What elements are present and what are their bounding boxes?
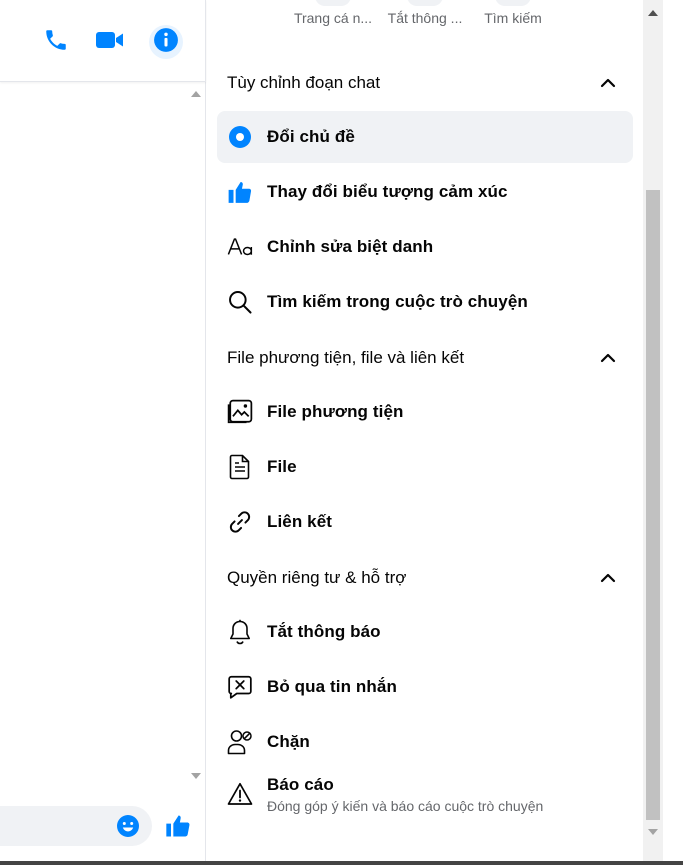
video-call-button[interactable] bbox=[94, 26, 126, 58]
scroll-down-icon[interactable] bbox=[191, 773, 201, 779]
change-theme-item[interactable]: Đổi chủ đề bbox=[217, 111, 633, 163]
thumbs-up-icon bbox=[164, 815, 192, 844]
chevron-up-icon bbox=[593, 563, 623, 593]
scroll-down-icon[interactable] bbox=[648, 829, 658, 835]
mute-quick-action[interactable]: Tắt thông ... bbox=[377, 0, 473, 40]
window-edge bbox=[663, 0, 683, 865]
details-scrollbar[interactable] bbox=[643, 0, 663, 865]
media-files-item[interactable]: File phương tiện bbox=[217, 386, 633, 438]
chevron-up-icon bbox=[593, 343, 623, 373]
photo-gallery-icon bbox=[227, 399, 253, 425]
theme-circle-icon bbox=[227, 124, 253, 150]
message-scrollbar[interactable] bbox=[186, 84, 206, 786]
profile-quick-action[interactable]: Trang cá n... bbox=[283, 0, 383, 40]
section-header-media-files-links[interactable]: File phương tiện, file và liên kết bbox=[217, 333, 633, 383]
search-quick-action[interactable]: Tìm kiếm bbox=[473, 0, 553, 40]
phone-icon bbox=[43, 27, 69, 58]
block-item[interactable]: Chặn bbox=[217, 716, 633, 768]
search-action-icon bbox=[495, 0, 531, 6]
conversation-details-panel: Trang cá n... Tắt thông ... Tìm kiếm Tùy… bbox=[207, 0, 643, 865]
mute-action-icon bbox=[407, 0, 443, 6]
message-composer bbox=[0, 800, 206, 860]
section-header-privacy-support[interactable]: Quyền riêng tư & hỗ trợ bbox=[217, 553, 633, 603]
change-emoji-item[interactable]: Thay đổi biểu tượng cảm xúc bbox=[217, 166, 633, 218]
info-icon bbox=[153, 27, 179, 58]
window-bottom-border bbox=[0, 861, 683, 865]
mute-notifications-item[interactable]: Tắt thông báo bbox=[217, 606, 633, 658]
profile-action-icon bbox=[315, 0, 351, 6]
edit-nicknames-item[interactable]: Chỉnh sửa biệt danh bbox=[217, 221, 633, 273]
video-camera-icon bbox=[95, 27, 125, 58]
files-item[interactable]: File bbox=[217, 441, 633, 493]
send-like-button[interactable] bbox=[164, 812, 192, 840]
search-in-conversation-item[interactable]: Tìm kiếm trong cuộc trò chuyện bbox=[217, 276, 633, 328]
links-item[interactable]: Liên kết bbox=[217, 496, 633, 548]
chevron-up-icon bbox=[593, 68, 623, 98]
link-icon bbox=[227, 509, 253, 535]
search-icon bbox=[227, 289, 253, 315]
emoji-button[interactable] bbox=[116, 814, 140, 838]
block-user-icon bbox=[227, 729, 253, 755]
scroll-up-icon[interactable] bbox=[648, 10, 658, 16]
file-icon bbox=[227, 454, 253, 480]
smiley-icon bbox=[116, 815, 140, 842]
thumbs-up-icon bbox=[227, 179, 253, 205]
ignore-messages-item[interactable]: Bỏ qua tin nhắn bbox=[217, 661, 633, 713]
report-item[interactable]: Báo cáo Đóng góp ý kiến và báo cáo cuộc … bbox=[217, 771, 633, 831]
report-item-text: Báo cáo Đóng góp ý kiến và báo cáo cuộc … bbox=[267, 775, 544, 814]
bell-icon bbox=[227, 619, 253, 645]
quick-actions: Trang cá n... Tắt thông ... Tìm kiếm bbox=[207, 0, 643, 40]
chat-header bbox=[0, 0, 206, 82]
scroll-up-icon[interactable] bbox=[191, 91, 201, 97]
scrollbar-thumb[interactable] bbox=[646, 190, 660, 820]
section-header-customize-chat[interactable]: Tùy chỉnh đoạn chat bbox=[217, 58, 633, 108]
text-aa-icon bbox=[227, 234, 253, 260]
conversation-info-button[interactable] bbox=[149, 25, 183, 59]
chat-pane bbox=[0, 0, 206, 865]
ignore-message-icon bbox=[227, 674, 253, 700]
audio-call-button[interactable] bbox=[40, 26, 72, 58]
warning-icon bbox=[227, 781, 253, 807]
